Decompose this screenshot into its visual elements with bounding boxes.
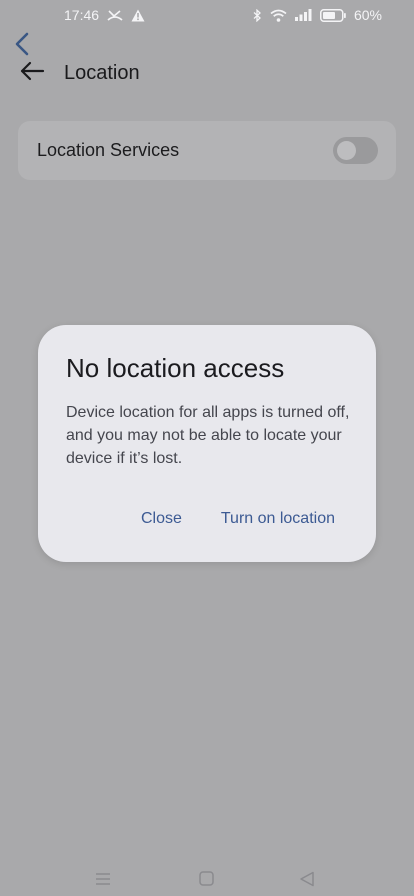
menu-icon bbox=[95, 872, 111, 891]
system-nav-bar bbox=[0, 871, 414, 896]
page-header: Location bbox=[18, 56, 140, 90]
dialog-actions: Close Turn on location bbox=[141, 510, 335, 528]
triangle-back-icon bbox=[299, 871, 315, 892]
signal-icon bbox=[294, 9, 312, 21]
back-nav-button[interactable] bbox=[297, 871, 317, 892]
square-icon bbox=[198, 871, 214, 891]
wifi-icon bbox=[270, 9, 287, 22]
status-time: 17:46 bbox=[64, 7, 100, 23]
back-button[interactable] bbox=[18, 59, 46, 87]
location-services-row[interactable]: Location Services bbox=[18, 121, 396, 180]
turn-on-location-button[interactable]: Turn on location bbox=[221, 510, 335, 528]
close-button[interactable]: Close bbox=[141, 510, 182, 528]
warning-icon bbox=[131, 9, 145, 22]
bluetooth-icon bbox=[253, 8, 262, 22]
recents-button[interactable] bbox=[93, 872, 113, 890]
no-location-access-dialog: No location access Device location for a… bbox=[38, 325, 376, 562]
dialog-title: No location access bbox=[66, 353, 285, 383]
page-title: Location bbox=[64, 61, 140, 84]
missed-call-icon bbox=[107, 9, 123, 21]
toggle-knob bbox=[337, 141, 356, 160]
battery-icon bbox=[319, 8, 346, 22]
status-left: 17:46 bbox=[64, 7, 145, 23]
arrow-left-icon bbox=[19, 61, 45, 86]
status-right: 60% bbox=[253, 7, 382, 23]
location-services-toggle[interactable] bbox=[333, 137, 378, 164]
battery-percent: 60% bbox=[353, 7, 382, 23]
home-button[interactable] bbox=[196, 871, 216, 891]
location-services-label: Location Services bbox=[37, 140, 180, 160]
status-bar: 17:46 60% bbox=[0, 0, 414, 30]
dialog-message: Device location for all apps is turned o… bbox=[66, 404, 350, 467]
